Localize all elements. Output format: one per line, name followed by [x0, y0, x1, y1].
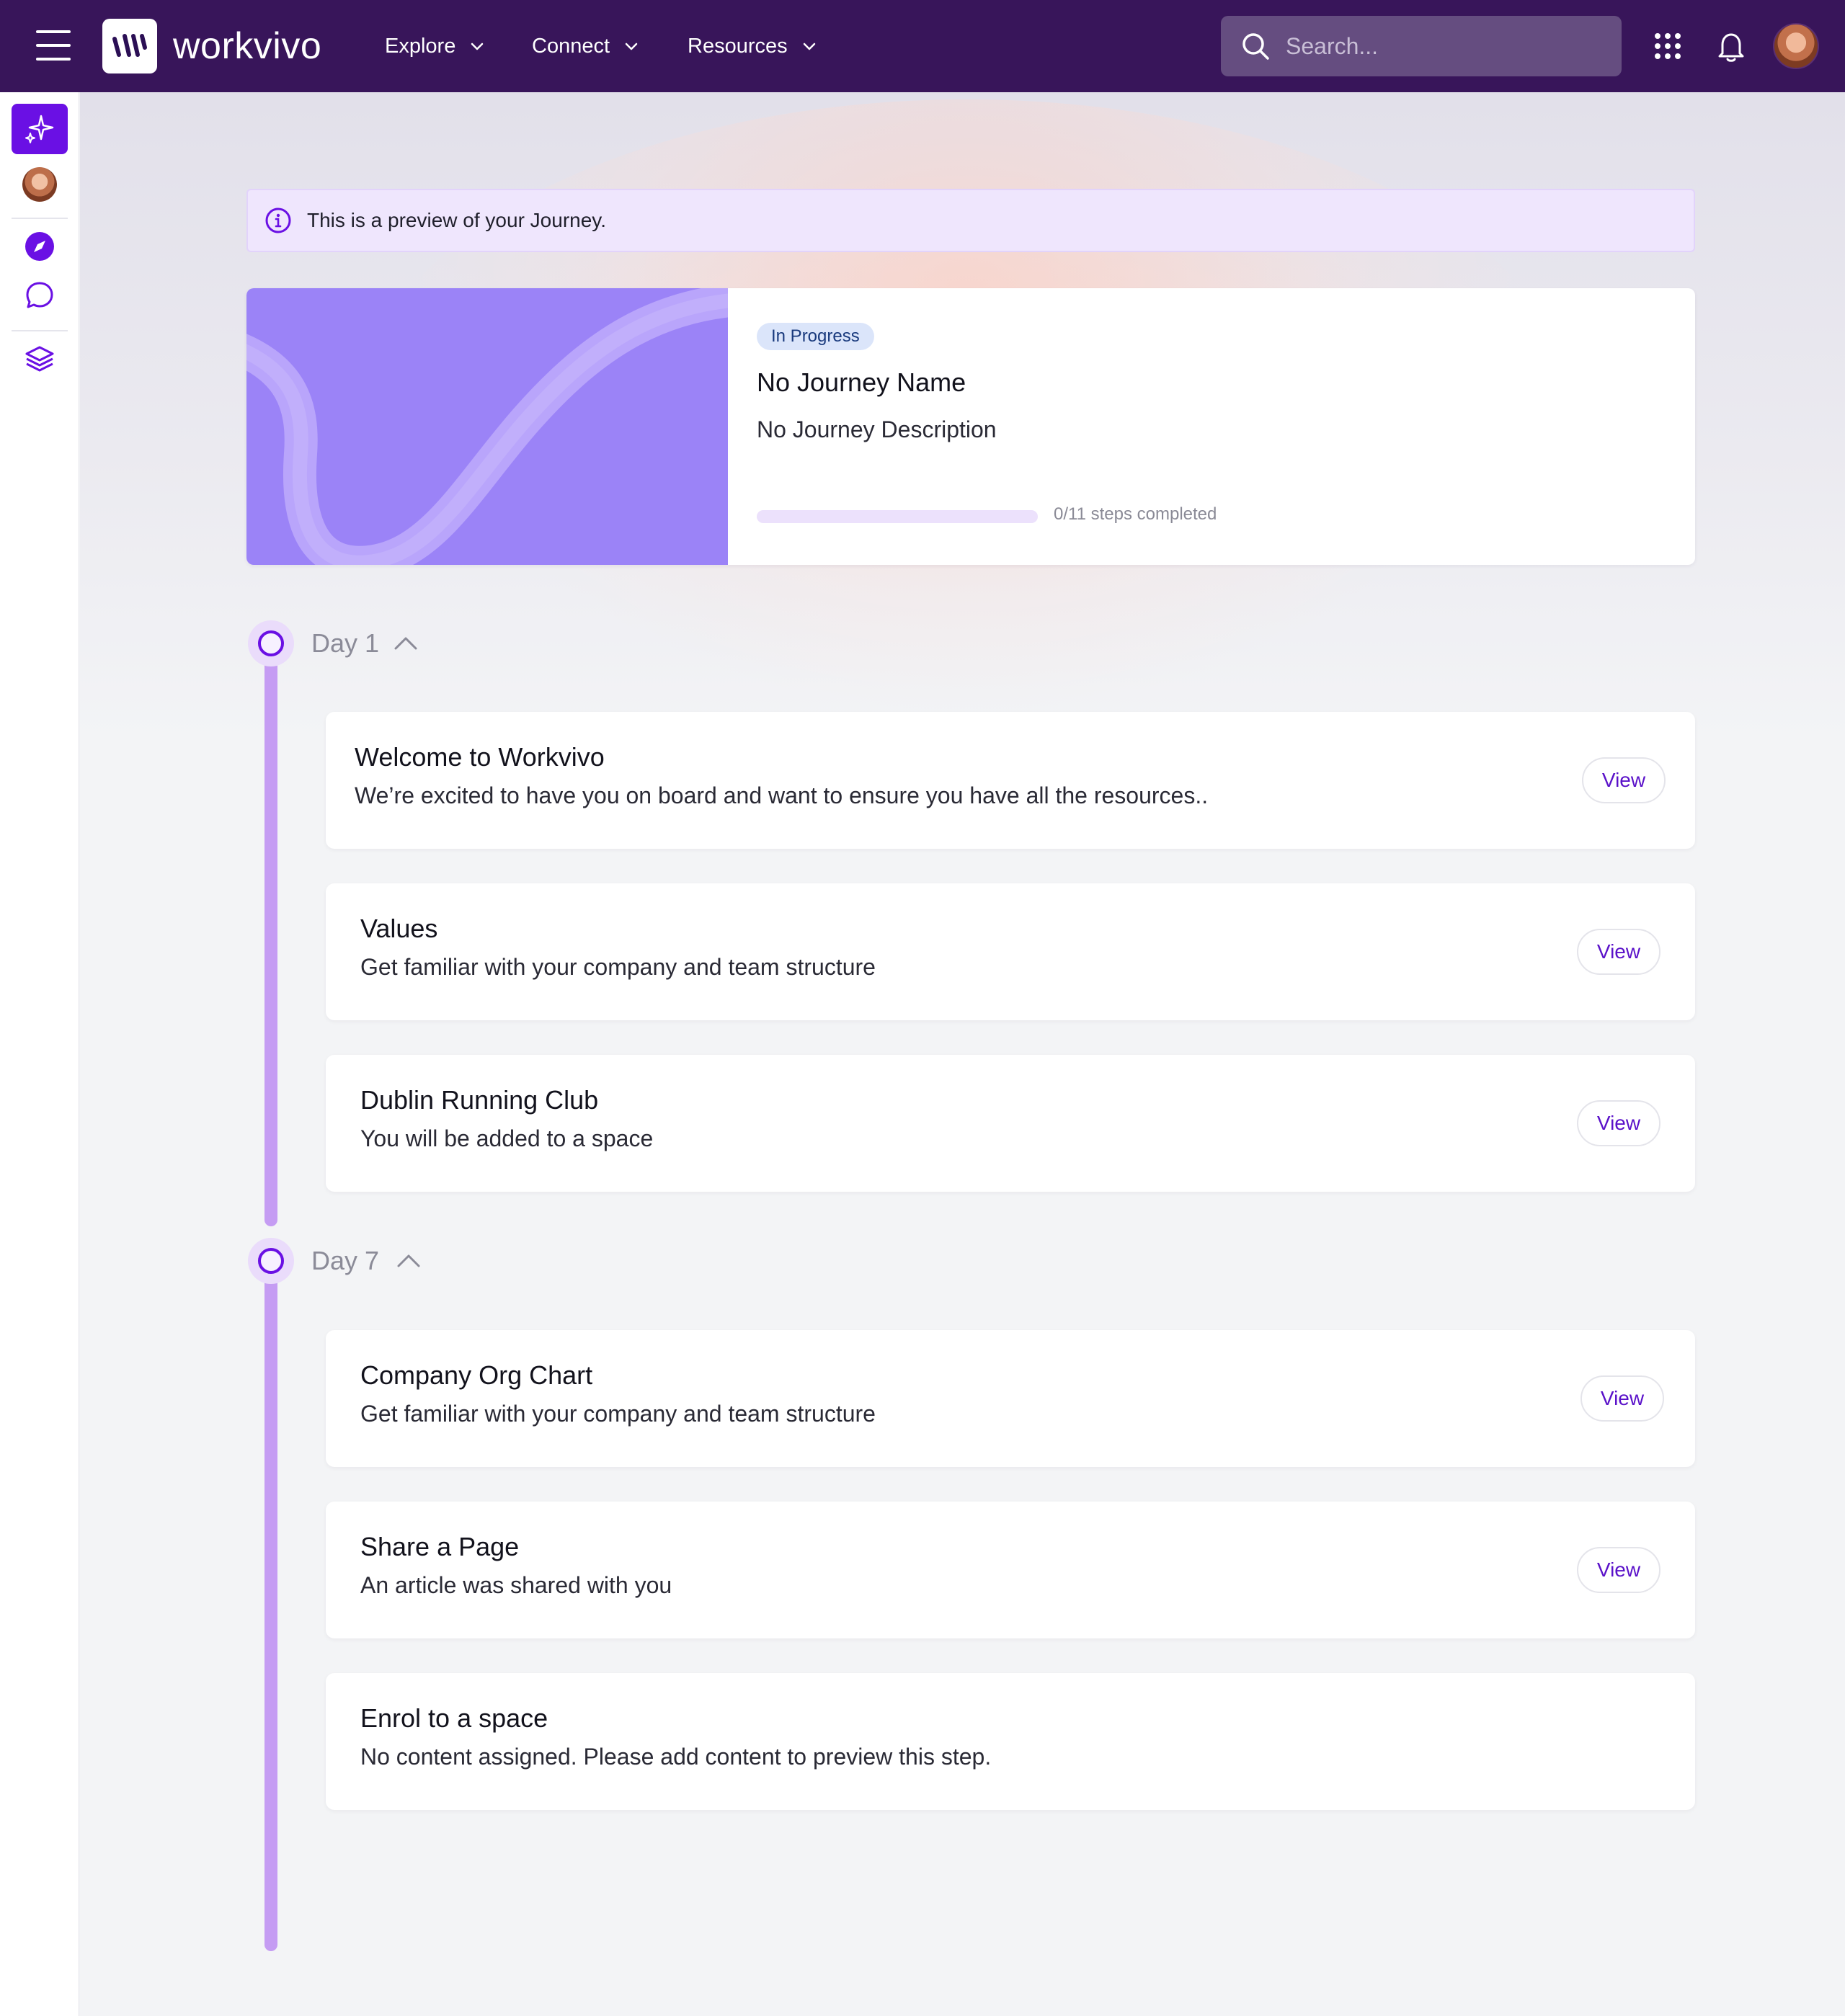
top-bar: workvivo Explore Connect Resources — [0, 0, 1845, 92]
journey-cover-image — [246, 288, 728, 565]
view-button[interactable]: View — [1577, 1100, 1660, 1146]
step-title: Values — [360, 914, 438, 943]
step-title: Welcome to Workvivo — [355, 742, 605, 772]
search-icon — [1242, 33, 1269, 60]
rail-divider — [12, 330, 68, 331]
rail-avatar[interactable] — [22, 167, 57, 202]
chevron-down-icon — [625, 43, 638, 50]
menu-icon[interactable] — [36, 30, 71, 61]
journey-name: No Journey Name — [757, 367, 966, 397]
search-box[interactable] — [1221, 16, 1622, 76]
day-status-icon — [248, 1238, 294, 1284]
info-icon — [265, 208, 291, 233]
step-description: Get familiar with your company and team … — [360, 1401, 876, 1427]
timeline-line — [264, 1259, 277, 1951]
step-title: Enrol to a space — [360, 1703, 548, 1733]
step-title: Share a Page — [360, 1532, 520, 1561]
step-description: Get familiar with your company and team … — [360, 954, 876, 980]
bell-icon[interactable] — [1714, 29, 1748, 63]
chevron-up-icon[interactable] — [391, 629, 420, 658]
nav-explore-label: Explore — [385, 35, 456, 58]
nav-resources[interactable]: Resources — [688, 26, 818, 66]
nav-connect-label: Connect — [532, 35, 610, 58]
day-label: Day 7 — [311, 1246, 380, 1275]
step-description: We’re excited to have you on board and w… — [355, 782, 1209, 808]
rail-divider — [12, 218, 68, 219]
view-button[interactable]: View — [1581, 1375, 1664, 1422]
layers-icon[interactable] — [22, 342, 57, 376]
step-card[interactable]: Values Get familiar with your company an… — [326, 883, 1695, 1020]
step-card[interactable]: Dublin Running Club You will be added to… — [326, 1055, 1695, 1192]
day-status-icon — [248, 620, 294, 666]
view-button[interactable]: View — [1582, 757, 1666, 803]
user-avatar[interactable] — [1773, 23, 1819, 69]
workvivo-logo-icon[interactable] — [102, 19, 157, 73]
progress-label: 0/11 steps completed — [1054, 504, 1217, 524]
step-card[interactable]: Enrol to a space No content assigned. Pl… — [326, 1673, 1695, 1810]
view-button[interactable]: View — [1577, 1547, 1660, 1593]
step-card[interactable]: Welcome to Workvivo We’re excited to hav… — [326, 712, 1695, 849]
journey-card: In Progress No Journey Name No Journey D… — [246, 288, 1695, 565]
preview-banner-text: This is a preview of your Journey. — [307, 209, 606, 231]
search-input[interactable] — [1286, 32, 1603, 60]
status-badge: In Progress — [757, 323, 874, 350]
step-description: You will be added to a space — [360, 1125, 654, 1151]
step-description: No content assigned. Please add content … — [360, 1744, 992, 1770]
brand-name[interactable]: workvivo — [173, 22, 321, 71]
progress-bar — [757, 510, 1038, 523]
timeline-line — [264, 641, 277, 1226]
nav-connect[interactable]: Connect — [532, 26, 640, 66]
step-card[interactable]: Company Org Chart Get familiar with your… — [326, 1330, 1695, 1467]
step-card[interactable]: Share a Page An article was shared with … — [326, 1502, 1695, 1638]
nav-resources-label: Resources — [688, 35, 788, 58]
step-title: Company Org Chart — [360, 1360, 593, 1390]
chevron-down-icon — [803, 43, 815, 50]
apps-grid-icon[interactable] — [1650, 29, 1685, 63]
day-label: Day 1 — [311, 628, 380, 658]
chat-icon[interactable] — [22, 278, 57, 313]
chevron-up-icon[interactable] — [394, 1246, 423, 1275]
chevron-down-icon — [471, 43, 484, 50]
compass-icon[interactable] — [22, 229, 57, 264]
step-title: Dublin Running Club — [360, 1085, 599, 1115]
view-button[interactable]: View — [1577, 929, 1660, 975]
step-description: An article was shared with you — [360, 1572, 672, 1598]
sparkles-icon[interactable] — [12, 104, 68, 154]
preview-banner: This is a preview of your Journey. — [246, 189, 1695, 252]
journey-description: No Journey Description — [757, 416, 997, 442]
left-rail — [0, 92, 79, 2016]
nav-explore[interactable]: Explore — [385, 26, 486, 66]
